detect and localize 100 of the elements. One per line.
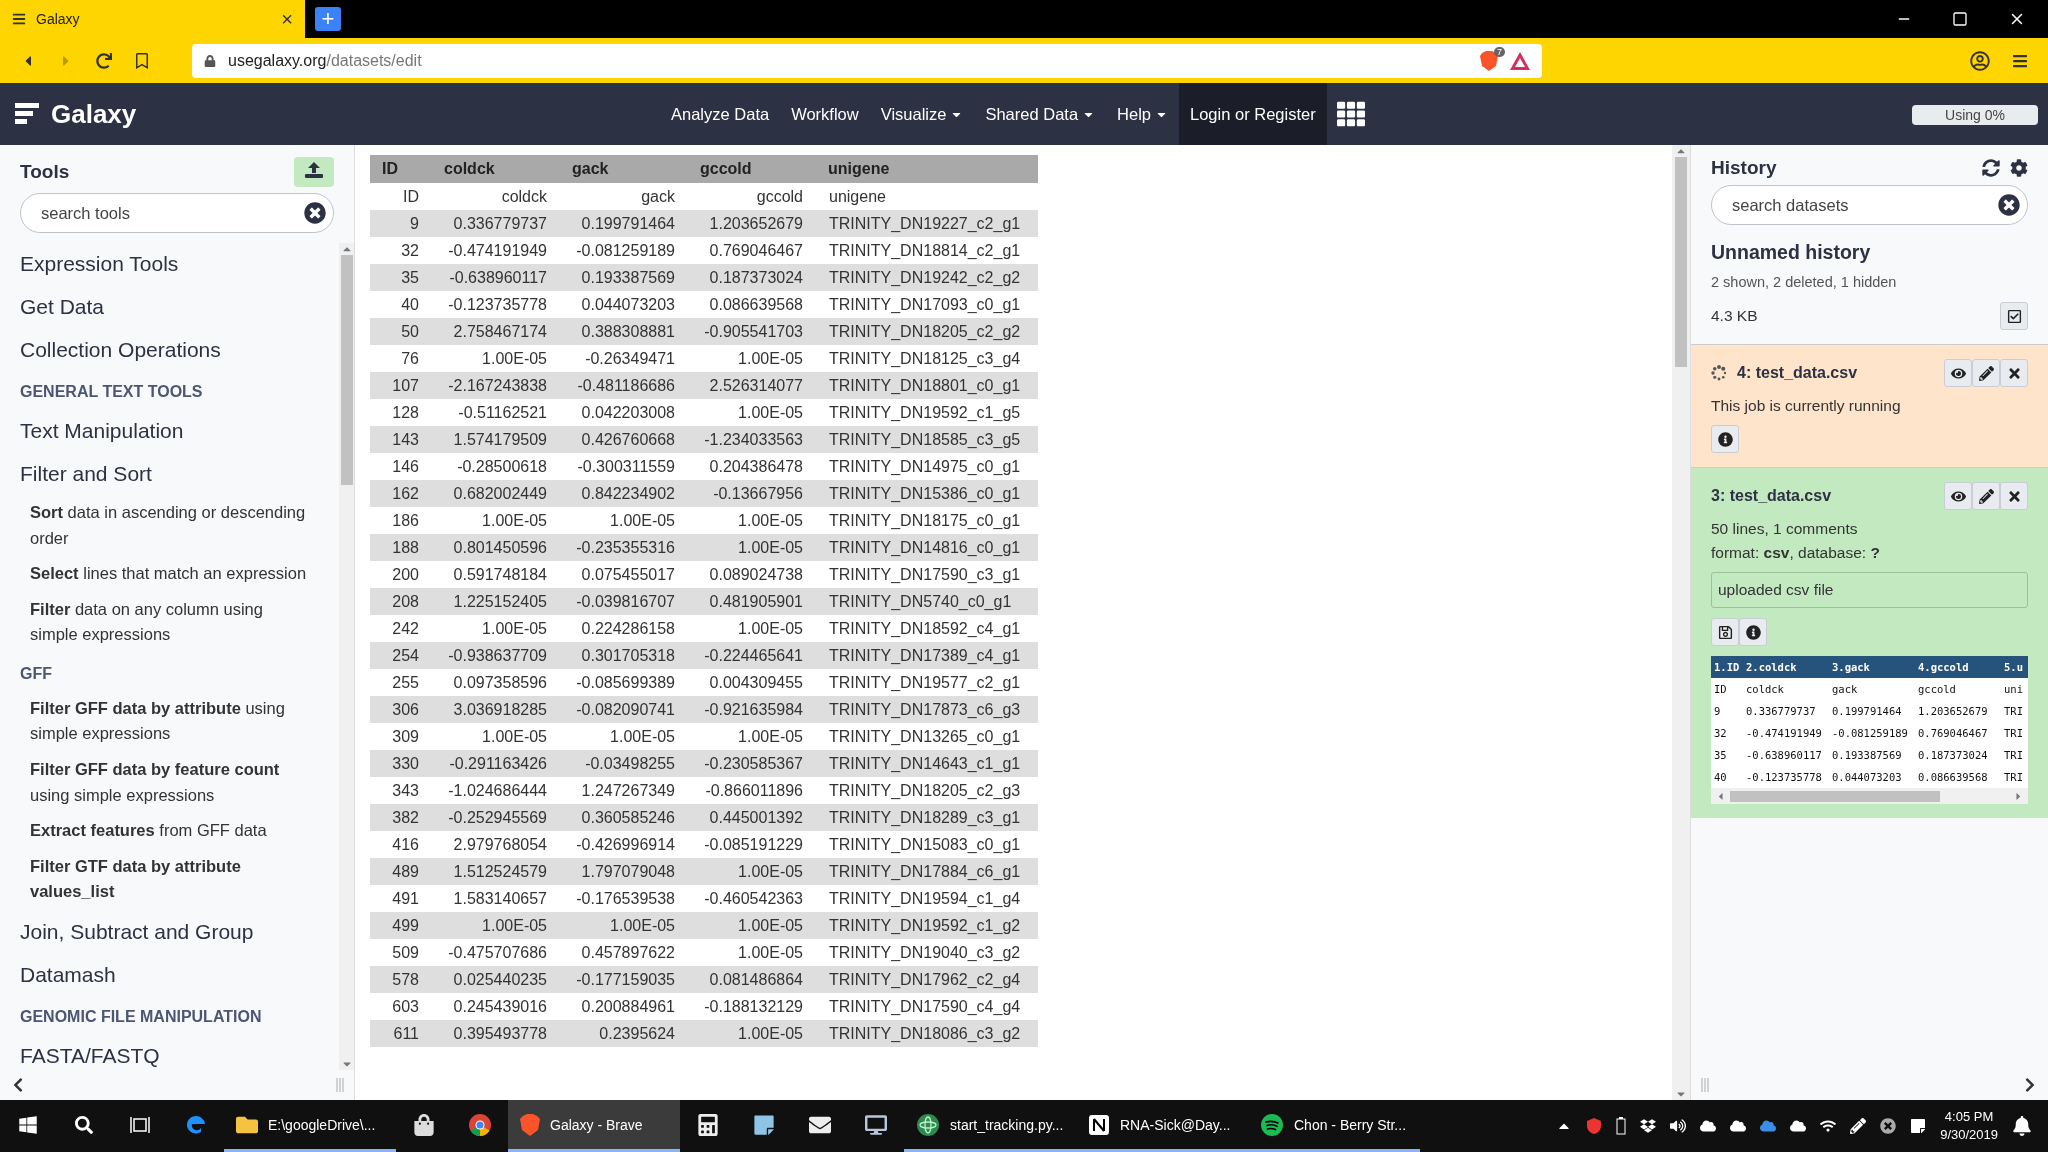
dropbox-icon[interactable] bbox=[1640, 1118, 1657, 1134]
tool-section[interactable]: Join, Subtract and Group bbox=[20, 910, 339, 954]
tool-link[interactable]: Sort data in ascending or descending order bbox=[20, 496, 339, 558]
tool-section[interactable]: Collection Operations bbox=[20, 329, 339, 372]
tool-section[interactable]: Text Manipulation bbox=[20, 410, 339, 453]
browser-tab[interactable]: Galaxy × bbox=[0, 0, 305, 38]
nav-link[interactable]: Analyze Data bbox=[660, 83, 781, 145]
dataset-title[interactable]: 4: test_data.csv bbox=[1737, 364, 1934, 382]
shield-icon[interactable] bbox=[1586, 1118, 1603, 1134]
search-field[interactable]: search tools bbox=[20, 193, 334, 233]
resize-handle-icon[interactable] bbox=[336, 1078, 344, 1092]
cloud-icon[interactable] bbox=[1730, 1118, 1747, 1134]
view-button[interactable] bbox=[1944, 482, 1972, 510]
info-button[interactable] bbox=[1711, 425, 1739, 453]
edit-button[interactable] bbox=[1972, 359, 2000, 387]
tool-section[interactable]: Expression Tools bbox=[20, 243, 339, 286]
delete-button[interactable] bbox=[2000, 359, 2028, 387]
column-header[interactable]: ID bbox=[370, 155, 432, 183]
settings-icon[interactable] bbox=[2010, 159, 2028, 177]
close-tab-button[interactable]: × bbox=[281, 7, 293, 31]
tool-section[interactable]: FASTA/FASTQ bbox=[20, 1034, 339, 1070]
dataset-card[interactable] bbox=[1691, 467, 2048, 818]
tool-section[interactable]: Filter and Sort bbox=[20, 453, 339, 496]
search-field[interactable]: search datasets bbox=[1711, 185, 2028, 225]
column-header[interactable]: coldck bbox=[432, 155, 560, 183]
nav-link[interactable]: Workflow bbox=[780, 83, 870, 145]
pen-icon[interactable] bbox=[1850, 1118, 1867, 1134]
tool-link[interactable]: Extract features from GFF data bbox=[20, 814, 339, 850]
history-name[interactable]: Unnamed history bbox=[1691, 225, 2048, 270]
save-button[interactable] bbox=[1711, 618, 1739, 646]
table-cell: 603 bbox=[370, 993, 432, 1020]
table-cell: 499 bbox=[370, 912, 432, 939]
volume-icon[interactable] bbox=[1670, 1118, 1687, 1134]
taskbar-app[interactable]: E:\googleDrive\... bbox=[224, 1100, 396, 1152]
tool-section[interactable]: Get Data bbox=[20, 286, 339, 329]
restore-icon[interactable] bbox=[1952, 11, 1968, 27]
dataset-title[interactable]: 3: test_data.csv bbox=[1711, 487, 1934, 505]
taskbar-app[interactable]: start_tracking.py... bbox=[904, 1100, 1076, 1152]
column-header[interactable]: gack bbox=[560, 155, 688, 183]
scrollbar-thumb[interactable] bbox=[1675, 157, 1687, 367]
info-button[interactable] bbox=[1739, 618, 1767, 646]
resize-handle-icon[interactable] bbox=[1701, 1078, 1709, 1092]
tool-link[interactable]: Filter data on any column using simple expressions bbox=[20, 592, 339, 654]
peek-header: 3.gack bbox=[1829, 656, 1915, 678]
column-header[interactable]: unigene bbox=[816, 155, 1038, 183]
nav-link[interactable]: Login or Register bbox=[1179, 83, 1327, 145]
select-items-button[interactable] bbox=[2000, 302, 2028, 330]
battery-icon[interactable] bbox=[1616, 1117, 1627, 1135]
clock[interactable]: 4:05 PM 9/30/2019 bbox=[1940, 1108, 1998, 1144]
bookmark-icon[interactable] bbox=[134, 52, 150, 69]
taskbar-app[interactable]: RNA-Sick@Day... bbox=[1076, 1100, 1248, 1152]
tool-link[interactable]: Filter GFF data by attribute using simple expressions bbox=[20, 691, 339, 753]
triangle-icon[interactable] bbox=[1510, 51, 1530, 70]
dataset-card[interactable]: 4: test_data.csv This job is currently running bbox=[1691, 344, 2048, 467]
table-cell: 200 bbox=[370, 561, 432, 588]
table-cell: 0.199791464 bbox=[560, 210, 688, 237]
clear-icon[interactable] bbox=[304, 202, 326, 224]
view-button[interactable] bbox=[1944, 359, 1972, 387]
upload-button[interactable] bbox=[294, 157, 334, 187]
refresh-icon[interactable] bbox=[1982, 159, 2000, 177]
edit-button[interactable] bbox=[1972, 482, 2000, 510]
cloud-icon[interactable] bbox=[1790, 1118, 1807, 1134]
delete-button[interactable] bbox=[2000, 482, 2028, 510]
scrollbar[interactable] bbox=[1672, 145, 1690, 1100]
scrollbar[interactable] bbox=[339, 243, 354, 1070]
address-field[interactable]: usegalaxy.org/datasets/edit 7 bbox=[192, 43, 1542, 78]
nav-link[interactable]: Shared Data bbox=[974, 83, 1107, 145]
table-cell: -0.300311559 bbox=[560, 453, 688, 480]
clear-icon[interactable] bbox=[1998, 194, 2020, 216]
table-cell: 0.591748184 bbox=[432, 561, 560, 588]
column-header[interactable]: gccold bbox=[688, 155, 816, 183]
brand-title[interactable]: Galaxy bbox=[51, 98, 137, 130]
table-cell: 1.00E-05 bbox=[560, 912, 688, 939]
nav-link[interactable]: Help bbox=[1106, 83, 1179, 145]
wifi-icon[interactable] bbox=[1820, 1118, 1837, 1134]
peek-cell-text: 0.336779737 bbox=[1745, 704, 1817, 719]
tool-link[interactable]: Filter GFF data by feature count using simple expressions bbox=[20, 752, 339, 815]
table-cell: 0.193387569 bbox=[560, 264, 688, 291]
taskbar-app[interactable]: Galaxy - Brave bbox=[508, 1100, 680, 1152]
taskbar-app[interactable]: Chon - Berry Str... bbox=[1248, 1100, 1420, 1152]
table-cell: -0.188132129 bbox=[688, 993, 816, 1020]
tool-link[interactable]: Filter GTF data by attribute values_list bbox=[20, 849, 339, 911]
peek-cell-text: 0.769046467 bbox=[1917, 726, 1989, 741]
scrollbar-thumb[interactable] bbox=[1730, 790, 1940, 802]
horizontal-scrollbar[interactable] bbox=[1711, 788, 2028, 804]
account-icon[interactable] bbox=[1970, 50, 1990, 71]
menu-icon[interactable] bbox=[2012, 52, 2028, 69]
note-icon[interactable] bbox=[1910, 1118, 1927, 1134]
shield-icon[interactable] bbox=[1480, 50, 1498, 71]
scrollbar-thumb[interactable] bbox=[340, 255, 353, 485]
cloud-icon[interactable] bbox=[1700, 1118, 1717, 1134]
new-tab-button[interactable]: + bbox=[315, 7, 341, 31]
notification-icon[interactable] bbox=[2012, 1116, 2032, 1136]
table-cell: 0.075455017 bbox=[560, 561, 688, 588]
table-cell: 0.842234902 bbox=[560, 480, 688, 507]
reload-icon[interactable] bbox=[96, 52, 112, 69]
table-cell: 309 bbox=[370, 723, 432, 750]
tool-section[interactable]: Datamash bbox=[20, 953, 339, 997]
tool-link[interactable]: Select lines that match an expression bbox=[20, 557, 339, 593]
nav-link[interactable]: Visualize bbox=[869, 83, 975, 145]
